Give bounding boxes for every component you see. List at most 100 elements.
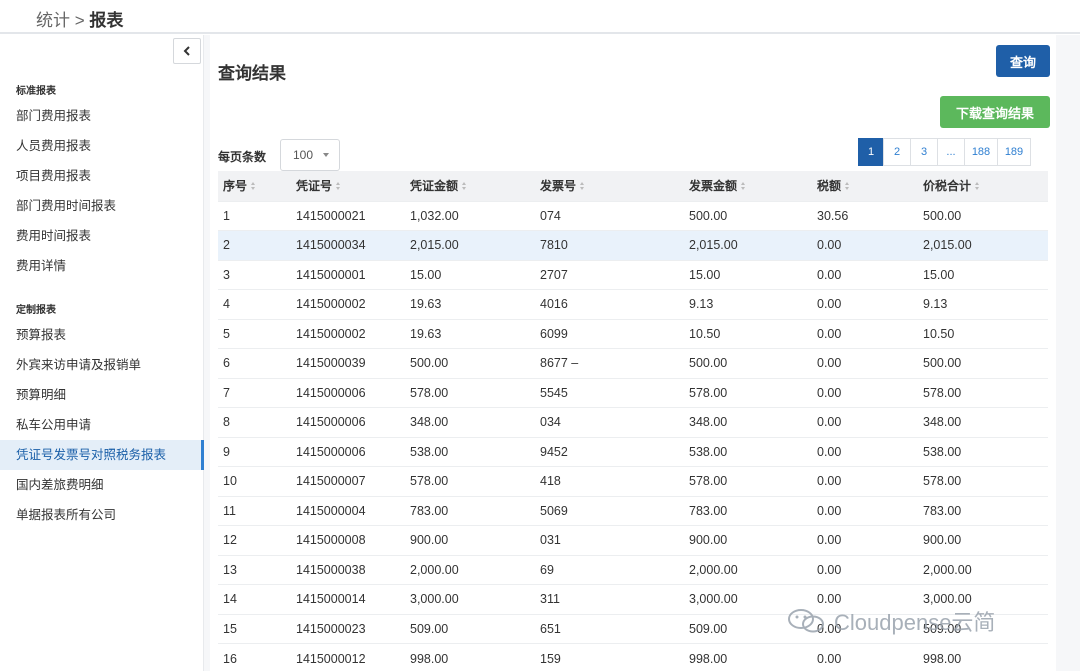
sidebar-item[interactable]: 预算明细 bbox=[0, 380, 204, 410]
table-cell: 900.00 bbox=[918, 525, 1048, 555]
table-cell: 783.00 bbox=[684, 495, 812, 526]
table-row[interactable]: 1 1415000021 1,032.00 074 500.00 30.56 500.00 bbox=[218, 200, 1048, 231]
pagination-page[interactable]: 2 bbox=[883, 138, 911, 166]
table-cell: 2,015.00 bbox=[918, 230, 1048, 260]
sidebar-item[interactable]: 项目费用报表 bbox=[0, 161, 204, 191]
query-button[interactable]: 查询 bbox=[996, 45, 1050, 77]
table-row[interactable]: 3 1415000001 15.00 2707 15.00 0.00 15.00 bbox=[218, 259, 1048, 290]
table-cell: 0.00 bbox=[812, 407, 918, 437]
table-cell: 348.00 bbox=[405, 407, 535, 437]
sidebar-item[interactable]: 单据报表所有公司 bbox=[0, 500, 204, 530]
table-row[interactable]: 10 1415000007 578.00 418 578.00 0.00 578.00 bbox=[218, 466, 1048, 496]
sidebar-item[interactable]: 费用时间报表 bbox=[0, 221, 204, 251]
table-cell: 998.00 bbox=[405, 643, 535, 671]
wechat-icon bbox=[788, 609, 824, 633]
sort-icon[interactable] bbox=[462, 182, 467, 191]
table-cell: 578.00 bbox=[918, 377, 1048, 408]
column-header[interactable]: 凭证金额 bbox=[405, 171, 535, 201]
table-cell: 2,015.00 bbox=[405, 230, 535, 260]
table-cell: 348.00 bbox=[684, 407, 812, 437]
column-header[interactable]: 序号 bbox=[218, 171, 291, 201]
sidebar-item[interactable]: 私车公用申请 bbox=[0, 410, 204, 440]
table-cell: 509.00 bbox=[405, 613, 535, 644]
table-row[interactable]: 7 1415000006 578.00 5545 578.00 0.00 578.00 bbox=[218, 377, 1048, 408]
table-cell: 500.00 bbox=[918, 348, 1048, 378]
table-cell: 1415000002 bbox=[291, 318, 405, 349]
column-header-label: 序号 bbox=[223, 179, 248, 194]
table-row[interactable]: 8 1415000006 348.00 034 348.00 0.00 348.00 bbox=[218, 407, 1048, 437]
table-row[interactable]: 11 1415000004 783.00 5069 783.00 0.00 783.00 bbox=[218, 495, 1048, 526]
table-cell: 2707 bbox=[535, 259, 684, 290]
table-cell: 0.00 bbox=[812, 377, 918, 408]
table-cell: 9.13 bbox=[684, 289, 812, 319]
table-cell: 0.00 bbox=[812, 436, 918, 467]
table-cell: 0.00 bbox=[812, 554, 918, 585]
table-cell: 8677 – bbox=[535, 348, 684, 378]
page-size-select[interactable]: 100 bbox=[280, 139, 340, 171]
sidebar-item[interactable]: 部门费用报表 bbox=[0, 101, 204, 131]
table-row[interactable]: 12 1415000008 900.00 031 900.00 0.00 900.00 bbox=[218, 525, 1048, 555]
sort-icon[interactable] bbox=[251, 182, 256, 191]
breadcrumb-parent[interactable]: 统计 bbox=[36, 11, 70, 30]
table-cell: 348.00 bbox=[918, 407, 1048, 437]
table-cell: 1415000006 bbox=[291, 407, 405, 437]
sort-icon[interactable] bbox=[845, 182, 850, 191]
pagination-page[interactable]: 3 bbox=[910, 138, 938, 166]
table-row[interactable]: 16 1415000012 998.00 159 998.00 0.00 998.00 bbox=[218, 643, 1048, 671]
table-cell: 031 bbox=[535, 525, 684, 555]
table-cell: 1415000006 bbox=[291, 436, 405, 467]
table-cell: 10.50 bbox=[918, 318, 1048, 349]
sort-icon[interactable] bbox=[975, 182, 980, 191]
pagination-page[interactable]: 188 bbox=[964, 138, 998, 166]
sidebar-item[interactable]: 国内差旅费明细 bbox=[0, 470, 204, 500]
sidebar-item[interactable]: 外宾来访申请及报销单 bbox=[0, 350, 204, 380]
pagination-page[interactable]: 189 bbox=[997, 138, 1031, 166]
sort-icon[interactable] bbox=[741, 182, 746, 191]
table-cell: 1415000039 bbox=[291, 348, 405, 378]
table-cell: 0.00 bbox=[812, 230, 918, 260]
sidebar-item[interactable]: 部门费用时间报表 bbox=[0, 191, 204, 221]
download-results-button[interactable]: 下载查询结果 bbox=[940, 96, 1050, 128]
table-cell: 1415000038 bbox=[291, 554, 405, 585]
sidebar-collapse-button[interactable] bbox=[173, 38, 201, 64]
column-header[interactable]: 发票号 bbox=[535, 171, 684, 201]
sidebar-item[interactable]: 预算报表 bbox=[0, 320, 204, 350]
table-cell: 1415000014 bbox=[291, 584, 405, 614]
table-cell: 1415000006 bbox=[291, 377, 405, 408]
sidebar-item[interactable]: 凭证号发票号对照税务报表 bbox=[0, 440, 204, 470]
table-cell: 9 bbox=[218, 436, 291, 467]
table-cell: 578.00 bbox=[684, 466, 812, 496]
table-cell: 900.00 bbox=[684, 525, 812, 555]
sort-icon[interactable] bbox=[336, 182, 341, 191]
table-cell: 14 bbox=[218, 584, 291, 614]
pagination: 1 2 3... 188 189 bbox=[858, 138, 1031, 166]
table-cell: 0.00 bbox=[812, 318, 918, 349]
main-area: 查询结果 查询 下载查询结果 每页条数 100 1 2 3... 188 189 序号凭… bbox=[204, 35, 1080, 671]
sidebar-item[interactable]: 费用详情 bbox=[0, 251, 204, 281]
column-header[interactable]: 凭证号 bbox=[291, 171, 405, 201]
table-cell: 13 bbox=[218, 554, 291, 585]
sort-icon[interactable] bbox=[580, 182, 585, 191]
table-cell: 15.00 bbox=[405, 259, 535, 290]
pagination-ellipsis[interactable]: ... bbox=[937, 138, 965, 166]
column-header[interactable]: 价税合计 bbox=[918, 171, 1048, 201]
table-cell: 0.00 bbox=[812, 259, 918, 290]
pagination-page[interactable]: 1 bbox=[858, 138, 884, 166]
column-header[interactable]: 税额 bbox=[812, 171, 918, 201]
table-row[interactable]: 4 1415000002 19.63 4016 9.13 0.00 9.13 bbox=[218, 289, 1048, 319]
table-cell: 500.00 bbox=[684, 348, 812, 378]
table-cell: 500.00 bbox=[405, 348, 535, 378]
table-row[interactable]: 9 1415000006 538.00 9452 538.00 0.00 538.00 bbox=[218, 436, 1048, 467]
table-cell: 0.00 bbox=[812, 643, 918, 671]
table-cell: 10 bbox=[218, 466, 291, 496]
table-row[interactable]: 13 1415000038 2,000.00 69 2,000.00 0.00 2,000.… bbox=[218, 554, 1048, 585]
column-header[interactable]: 发票金额 bbox=[684, 171, 812, 201]
table-cell: 538.00 bbox=[405, 436, 535, 467]
table-row[interactable]: 5 1415000002 19.63 6099 10.50 0.00 10.50 bbox=[218, 318, 1048, 349]
table-row[interactable]: 2 1415000034 2,015.00 7810 2,015.00 0.00 2,015… bbox=[218, 230, 1048, 260]
table-cell: 10.50 bbox=[684, 318, 812, 349]
table-cell: 9452 bbox=[535, 436, 684, 467]
breadcrumb-current: 报表 bbox=[89, 11, 124, 30]
sidebar-item[interactable]: 人员费用报表 bbox=[0, 131, 204, 161]
table-row[interactable]: 6 1415000039 500.00 8677 –500.00 0.00 500.00 bbox=[218, 348, 1048, 378]
